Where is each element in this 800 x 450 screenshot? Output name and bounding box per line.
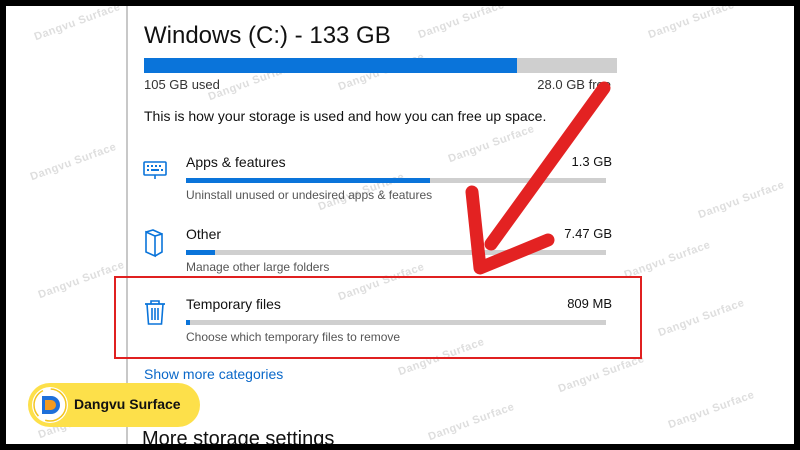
watermark: Dangvu Surface (696, 178, 787, 222)
category-name: Other (186, 226, 222, 242)
category-name: Apps & features (186, 154, 286, 170)
watermark: Dangvu Surface (426, 400, 517, 444)
free-space-label: 28.0 GB free (537, 77, 611, 92)
category-usage-bar (186, 250, 606, 255)
brand-logo-icon (32, 387, 68, 423)
watermark: Dangvu Surface (666, 388, 757, 432)
more-storage-settings-heading: More storage settings (142, 428, 335, 444)
watermark: Dangvu Surface (416, 6, 507, 42)
used-space-label: 105 GB used (144, 77, 220, 92)
watermark: Dangvu Surface (646, 6, 737, 42)
category-other[interactable]: Other 7.47 GB Manage other large folders (142, 222, 612, 278)
watermark: Dangvu Surface (28, 140, 119, 184)
category-size: 7.47 GB (564, 226, 612, 241)
pane-divider (126, 6, 128, 444)
drive-title: Windows (C:) - 133 GB (144, 22, 391, 49)
watermark: Dangvu Surface (622, 238, 713, 282)
show-more-categories-link[interactable]: Show more categories (144, 366, 283, 382)
category-usage-fill (186, 178, 430, 183)
drive-usage-bar (144, 58, 617, 73)
watermark: Dangvu Surface (36, 258, 127, 302)
watermark: Dangvu Surface (656, 296, 747, 340)
drive-usage-fill (144, 58, 518, 73)
settings-window: Dangvu Surface Dangvu Surface Dangvu Sur… (6, 6, 794, 444)
category-subtitle: Uninstall unused or undesired apps & fea… (186, 188, 433, 202)
category-apps-features[interactable]: Apps & features 1.3 GB Uninstall unused … (142, 150, 612, 206)
highlight-box (114, 276, 642, 359)
brand-badge: Dangvu Surface (28, 383, 200, 427)
watermark: Dangvu Surface (32, 6, 123, 44)
category-usage-bar (186, 178, 606, 183)
category-subtitle: Manage other large folders (186, 260, 330, 274)
storage-description: This is how your storage is used and how… (144, 108, 547, 124)
keyboard-icon (142, 156, 168, 182)
category-usage-fill (186, 250, 216, 255)
watermark: Dangvu Surface (556, 352, 647, 396)
folder-icon (142, 228, 168, 258)
brand-name: Dangvu Surface (74, 396, 181, 412)
category-size: 1.3 GB (571, 154, 612, 169)
